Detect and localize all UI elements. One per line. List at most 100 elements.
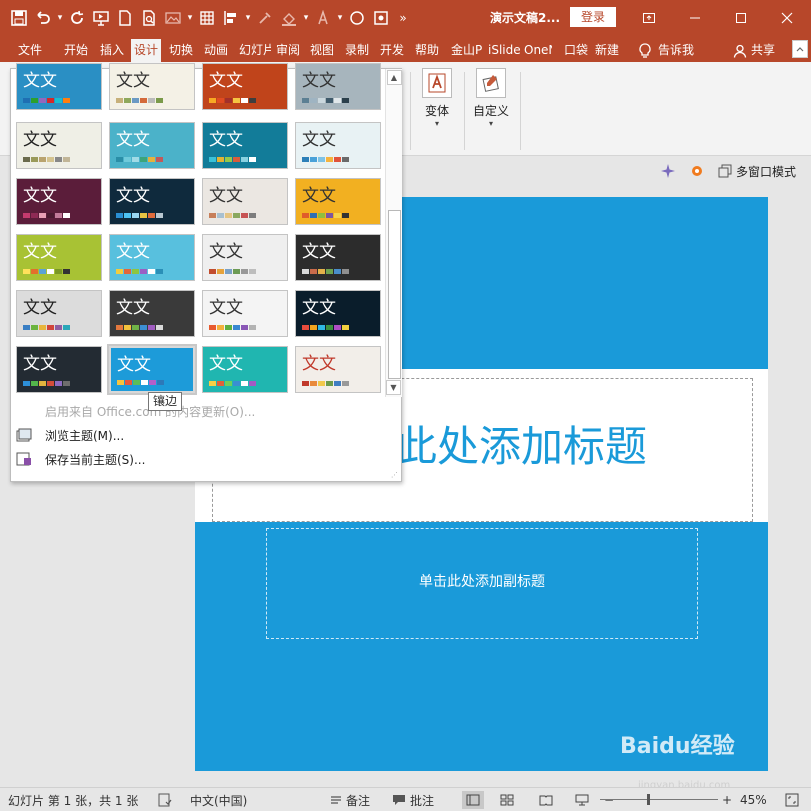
tab-kingsoft-pdf[interactable]: 金山PDF: [451, 39, 483, 62]
tab-pocket[interactable]: 口袋: [564, 39, 588, 62]
slide-sorter-button[interactable]: [500, 792, 514, 808]
tab-help[interactable]: 帮助: [415, 39, 439, 62]
multiwindow-icon: [718, 164, 732, 178]
redo-button[interactable]: [66, 7, 88, 29]
settings-button[interactable]: [689, 161, 705, 181]
eyedropper-button[interactable]: [254, 7, 276, 29]
theme-thumbnail[interactable]: 文文: [295, 290, 381, 337]
theme-thumbnail[interactable]: 文文: [107, 344, 197, 395]
align-button[interactable]: [220, 7, 242, 29]
picture-dropdown-icon[interactable]: ▾: [186, 7, 194, 29]
new-file-button[interactable]: [114, 7, 136, 29]
notes-button[interactable]: 备注: [330, 792, 370, 808]
resize-grip-icon[interactable]: ⋰: [391, 471, 399, 479]
tab-insert[interactable]: 插入: [100, 39, 124, 62]
save-button[interactable]: [8, 7, 30, 29]
grid-button[interactable]: [196, 7, 218, 29]
theme-thumbnail[interactable]: 文文: [16, 63, 102, 110]
present-button[interactable]: [90, 7, 112, 29]
fill-button[interactable]: [278, 7, 300, 29]
language-indicator[interactable]: 中文(中国): [190, 792, 247, 808]
theme-thumbnail[interactable]: 文文: [109, 122, 195, 169]
ribbon-display-options-button[interactable]: [626, 0, 672, 35]
variants-button[interactable]: 变体 ▾: [415, 68, 459, 128]
tab-new[interactable]: 新建: [595, 39, 626, 62]
theme-thumbnail[interactable]: 文文: [295, 63, 381, 110]
customize-button[interactable]: 自定义 ▾: [469, 68, 513, 128]
scroll-down-icon[interactable]: ▼: [386, 380, 401, 395]
scroll-up-icon[interactable]: ▲: [386, 70, 402, 85]
theme-thumbnail[interactable]: 文文: [295, 178, 381, 225]
tab-transitions[interactable]: 切换: [169, 39, 193, 62]
minimize-button[interactable]: [672, 0, 718, 35]
color-swatch: [148, 98, 155, 103]
theme-thumbnail[interactable]: 文文: [16, 346, 102, 393]
theme-thumbnail[interactable]: 文文: [109, 178, 195, 225]
maximize-button[interactable]: [718, 0, 764, 35]
slideshow-icon: [93, 11, 109, 26]
gallery-scrollbar[interactable]: ▲ ▼: [385, 69, 402, 397]
save-current-theme-item[interactable]: 保存当前主题(S)...: [11, 447, 385, 471]
zoom-level[interactable]: 45%: [740, 792, 767, 808]
color-swatch: [217, 325, 224, 330]
theme-thumbnail[interactable]: 文文: [202, 63, 288, 110]
tab-record[interactable]: 录制: [345, 39, 369, 62]
zoom-in-button[interactable]: +: [722, 792, 732, 808]
tab-slideshow[interactable]: 幻灯片: [239, 39, 271, 62]
theme-thumbnail[interactable]: 文文: [16, 290, 102, 337]
tab-islide[interactable]: iSlide: [488, 39, 520, 62]
theme-thumbnail[interactable]: 文文: [295, 234, 381, 281]
login-button[interactable]: 登录: [570, 7, 616, 27]
tell-me-search[interactable]: 告诉我: [638, 39, 694, 62]
tab-animations[interactable]: 动画: [204, 39, 228, 62]
collapse-ribbon-button[interactable]: [792, 40, 808, 58]
fill-dropdown-icon[interactable]: ▾: [302, 7, 310, 29]
accessibility-check-icon[interactable]: [158, 792, 172, 808]
theme-thumbnail[interactable]: 文文: [109, 63, 195, 110]
comments-button[interactable]: 批注: [392, 792, 434, 808]
align-dropdown-icon[interactable]: ▾: [244, 7, 252, 29]
zoom-slider-knob[interactable]: [647, 794, 651, 805]
more-commands-icon[interactable]: »: [394, 7, 412, 29]
fit-slide-button[interactable]: [785, 792, 799, 808]
slideshow-view-button[interactable]: [575, 792, 589, 808]
tab-file[interactable]: 文件: [18, 39, 42, 62]
picture-button[interactable]: [162, 7, 184, 29]
font-color-dropdown-icon[interactable]: ▾: [336, 7, 344, 29]
close-button[interactable]: [764, 0, 810, 35]
ai-design-button[interactable]: [660, 161, 676, 181]
tab-review[interactable]: 审阅: [276, 39, 300, 62]
tab-home[interactable]: 开始: [64, 39, 88, 62]
theme-thumbnail[interactable]: 文文: [202, 346, 288, 393]
scrollbar-thumb[interactable]: [388, 210, 401, 379]
undo-button[interactable]: [32, 7, 54, 29]
theme-thumbnail[interactable]: 文文: [109, 234, 195, 281]
notes-label: 备注: [346, 793, 371, 808]
tab-developer[interactable]: 开发: [380, 39, 404, 62]
tab-view[interactable]: 视图: [310, 39, 334, 62]
theme-thumbnail[interactable]: 文文: [202, 178, 288, 225]
theme-thumbnail[interactable]: 文文: [202, 290, 288, 337]
browse-themes-item[interactable]: 浏览主题(M)...: [11, 423, 385, 447]
font-color-button[interactable]: [312, 7, 334, 29]
print-preview-button[interactable]: [138, 7, 160, 29]
theme-thumbnail[interactable]: 文文: [16, 122, 102, 169]
tab-design[interactable]: 设计: [131, 39, 162, 62]
theme-thumbnail[interactable]: 文文: [109, 290, 195, 337]
normal-view-button[interactable]: [462, 791, 484, 809]
undo-dropdown-icon[interactable]: ▾: [56, 7, 64, 29]
share-button[interactable]: 共享: [733, 39, 775, 62]
screenshot-button[interactable]: [370, 7, 392, 29]
tab-onenote[interactable]: OneNote: [524, 39, 552, 62]
theme-thumbnail[interactable]: 文文: [295, 346, 381, 393]
reading-view-button[interactable]: [539, 792, 553, 808]
theme-thumbnail[interactable]: 文文: [202, 234, 288, 281]
theme-thumbnail[interactable]: 文文: [202, 122, 288, 169]
multiwindow-button[interactable]: 多窗口模式: [718, 161, 796, 181]
theme-thumbnail[interactable]: 文文: [16, 234, 102, 281]
zoom-out-button[interactable]: −: [604, 792, 614, 808]
zoom-slider-track[interactable]: [600, 799, 718, 800]
theme-thumbnail[interactable]: 文文: [295, 122, 381, 169]
shape-button[interactable]: [346, 7, 368, 29]
theme-thumbnail[interactable]: 文文: [16, 178, 102, 225]
